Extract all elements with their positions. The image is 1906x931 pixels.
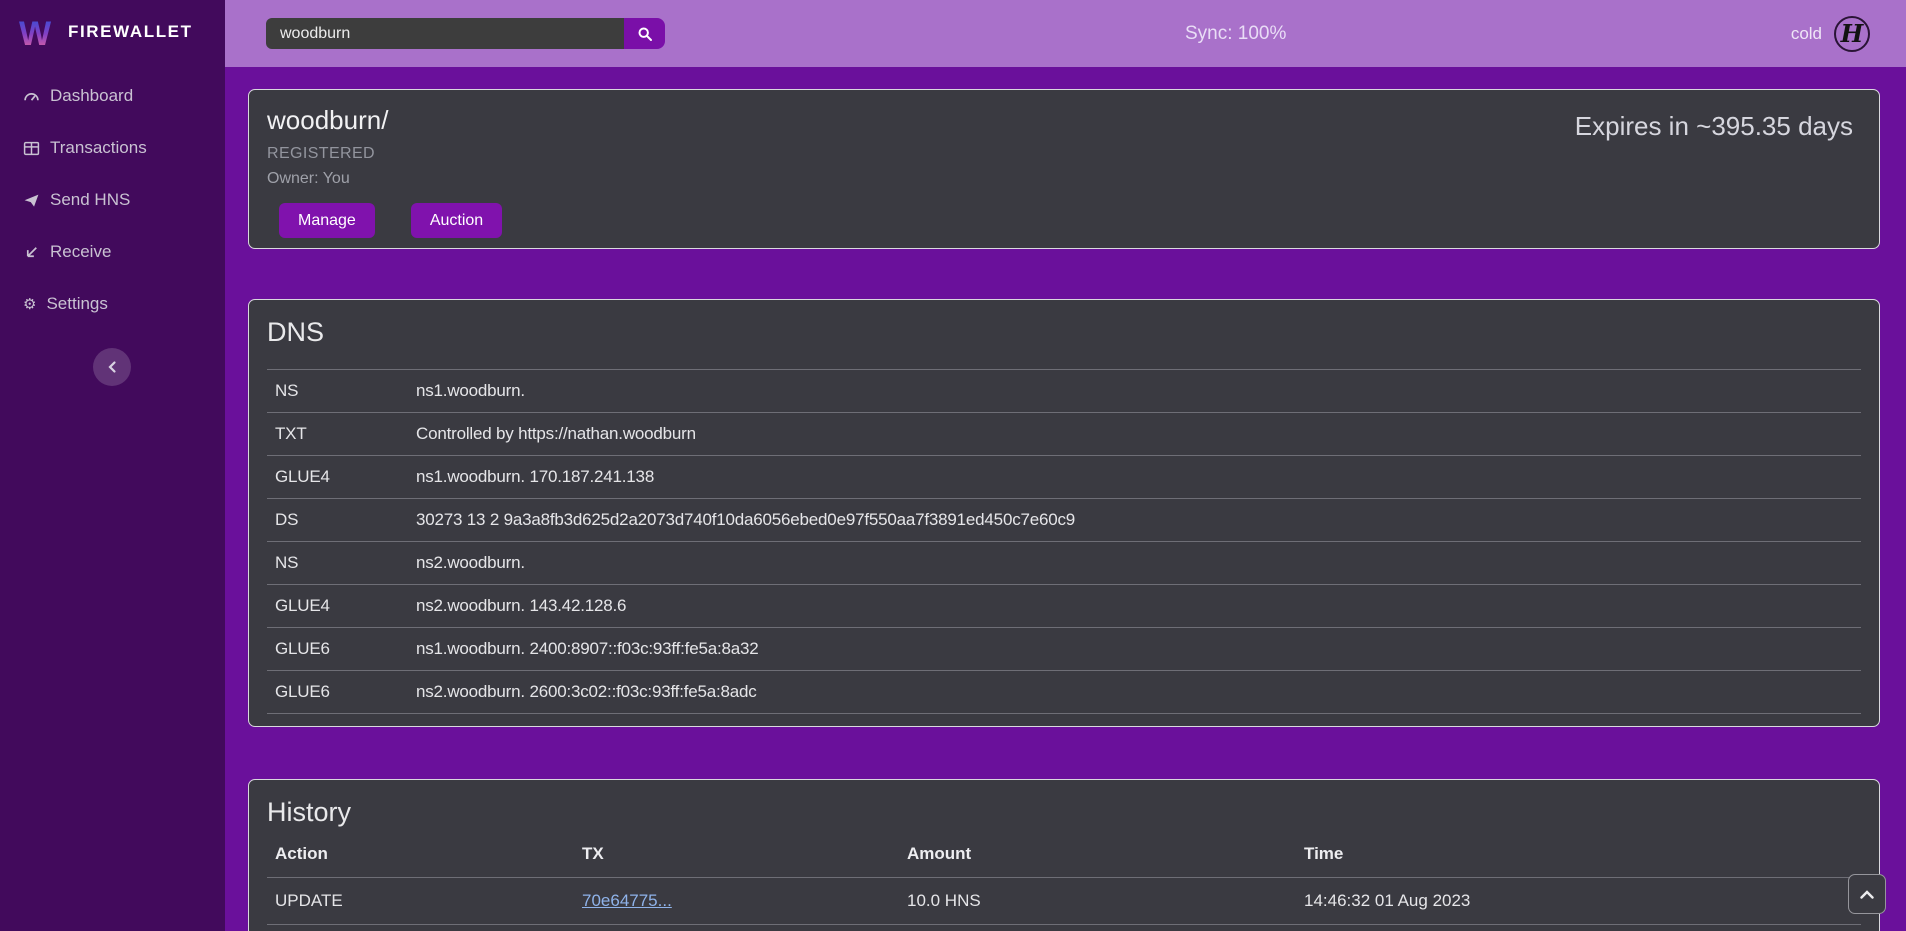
dns-record-value: ns2.woodburn. 143.42.128.6 bbox=[408, 585, 1861, 628]
dns-record-value: Controlled by https://nathan.woodburn bbox=[408, 413, 1861, 456]
auction-button[interactable]: Auction bbox=[411, 203, 502, 238]
dns-record-value: 30273 13 2 9a3a8fb3d625d2a2073d740f10da6… bbox=[408, 499, 1861, 542]
history-row: RENEW a7f3c2d8... 10.0 HNS 15:47:38 07 F… bbox=[267, 925, 1861, 931]
history-time: 14:46:32 01 Aug 2023 bbox=[1296, 878, 1861, 925]
tx-link[interactable]: 70e64775... bbox=[582, 891, 672, 910]
send-icon bbox=[23, 192, 40, 209]
handshake-logo-icon[interactable]: H bbox=[1834, 16, 1870, 52]
dns-record-type: GLUE4 bbox=[267, 456, 408, 499]
dns-record-row: TXT Controlled by https://nathan.woodbur… bbox=[267, 413, 1861, 456]
history-row: UPDATE 70e64775... 10.0 HNS 14:46:32 01 … bbox=[267, 878, 1861, 925]
history-col-time: Time bbox=[1296, 838, 1861, 878]
domain-owner: Owner: You bbox=[267, 170, 1853, 188]
sidebar-collapse-button[interactable] bbox=[93, 348, 131, 386]
main-content: woodburn/ Expires in ~395.35 days REGIST… bbox=[225, 67, 1906, 931]
sync-status: Sync: 100% bbox=[1185, 23, 1286, 45]
history-card: History Action TX Amount Time UPDATE 70e… bbox=[248, 779, 1880, 931]
search-input[interactable] bbox=[266, 18, 624, 49]
dns-record-value: ns2.woodburn. bbox=[408, 542, 1861, 585]
firewallet-logo-icon: W bbox=[15, 11, 55, 53]
manage-button[interactable]: Manage bbox=[279, 203, 375, 238]
dns-record-row: GLUE6 ns2.woodburn. 2600:3c02::f03c:93ff… bbox=[267, 671, 1861, 714]
brand: W FIREWALLET bbox=[0, 0, 225, 53]
search-button[interactable] bbox=[624, 18, 665, 49]
dns-record-value: ns1.woodburn. 170.187.241.138 bbox=[408, 456, 1861, 499]
table-icon bbox=[23, 140, 40, 157]
dns-record-type: NS bbox=[267, 542, 408, 585]
sidebar-item-label: Dashboard bbox=[50, 86, 133, 106]
history-heading: History bbox=[267, 797, 1861, 828]
domain-expiry: Expires in ~395.35 days bbox=[1575, 111, 1853, 142]
history-time: 15:47:38 07 Feb 2023 bbox=[1296, 925, 1861, 931]
topbar: Sync: 100% cold H bbox=[225, 0, 1906, 67]
history-col-amount: Amount bbox=[899, 838, 1296, 878]
wallet-mode-label: cold bbox=[1791, 24, 1822, 44]
sidebar-item-send-hns[interactable]: Send HNS bbox=[0, 188, 225, 212]
sidebar-item-settings[interactable]: ⚙ Settings bbox=[0, 292, 225, 316]
history-amount: 10.0 HNS bbox=[899, 878, 1296, 925]
sidebar-item-label: Receive bbox=[50, 242, 111, 262]
domain-status: REGISTERED bbox=[267, 145, 1853, 163]
brand-name: FIREWALLET bbox=[68, 22, 193, 42]
dns-record-row: DS 30273 13 2 9a3a8fb3d625d2a2073d740f10… bbox=[267, 499, 1861, 542]
dns-record-type: GLUE6 bbox=[267, 628, 408, 671]
history-header-row: Action TX Amount Time bbox=[267, 838, 1861, 878]
gear-icon: ⚙ bbox=[23, 297, 36, 312]
history-col-tx: TX bbox=[574, 838, 899, 878]
chevron-left-icon bbox=[106, 360, 118, 374]
gauge-icon bbox=[23, 88, 40, 105]
dns-record-row: GLUE4 ns2.woodburn. 143.42.128.6 bbox=[267, 585, 1861, 628]
history-col-action: Action bbox=[267, 838, 574, 878]
history-table: Action TX Amount Time UPDATE 70e64775...… bbox=[267, 838, 1861, 931]
dns-record-type: DS bbox=[267, 499, 408, 542]
dns-record-value: ns1.woodburn. bbox=[408, 370, 1861, 413]
dns-record-value: ns2.woodburn. 2600:3c02::f03c:93ff:fe5a:… bbox=[408, 671, 1861, 714]
chevron-up-icon bbox=[1860, 890, 1874, 899]
sidebar-item-dashboard[interactable]: Dashboard bbox=[0, 84, 225, 108]
sidebar-item-label: Transactions bbox=[50, 138, 147, 158]
sidebar-item-label: Settings bbox=[46, 294, 107, 314]
dns-record-type: GLUE6 bbox=[267, 671, 408, 714]
dns-record-row: GLUE6 ns1.woodburn. 2400:8907::f03c:93ff… bbox=[267, 628, 1861, 671]
dns-record-type: GLUE4 bbox=[267, 585, 408, 628]
search-group bbox=[266, 18, 665, 49]
domain-actions: Manage Auction bbox=[267, 203, 1853, 238]
dns-record-type: TXT bbox=[267, 413, 408, 456]
history-amount: 10.0 HNS bbox=[899, 925, 1296, 931]
wallet-mode: cold H bbox=[1791, 0, 1870, 67]
domain-summary-card: woodburn/ Expires in ~395.35 days REGIST… bbox=[248, 89, 1880, 249]
sidebar: W FIREWALLET Dashboard Transactions Send… bbox=[0, 0, 225, 931]
dns-table: NS ns1.woodburn. TXT Controlled by https… bbox=[267, 369, 1861, 714]
arrow-down-left-icon bbox=[23, 244, 40, 261]
history-action: RENEW bbox=[267, 925, 574, 931]
dns-record-row: NS ns2.woodburn. bbox=[267, 542, 1861, 585]
sidebar-item-transactions[interactable]: Transactions bbox=[0, 136, 225, 160]
search-icon bbox=[637, 26, 653, 42]
dns-card: DNS NS ns1.woodburn. TXT Controlled by h… bbox=[248, 299, 1880, 727]
history-action: UPDATE bbox=[267, 878, 574, 925]
scroll-to-top-button[interactable] bbox=[1848, 874, 1886, 914]
dns-record-value: ns1.woodburn. 2400:8907::f03c:93ff:fe5a:… bbox=[408, 628, 1861, 671]
dns-record-row: GLUE4 ns1.woodburn. 170.187.241.138 bbox=[267, 456, 1861, 499]
svg-text:W: W bbox=[19, 15, 52, 53]
dns-record-row: NS ns1.woodburn. bbox=[267, 370, 1861, 413]
sidebar-item-receive[interactable]: Receive bbox=[0, 240, 225, 264]
sidebar-item-label: Send HNS bbox=[50, 190, 130, 210]
dns-record-type: NS bbox=[267, 370, 408, 413]
dns-heading: DNS bbox=[267, 317, 1861, 348]
sidebar-nav: Dashboard Transactions Send HNS Receive … bbox=[0, 84, 225, 316]
